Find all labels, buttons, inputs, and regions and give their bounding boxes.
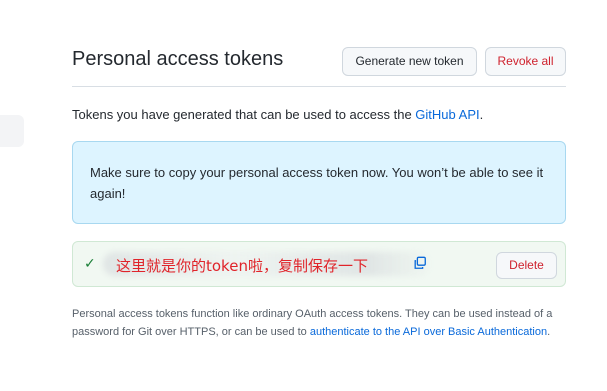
revoke-all-button[interactable]: Revoke all — [485, 47, 566, 76]
check-icon: ✓ — [84, 255, 96, 271]
token-annotation: 这里就是你的token啦，复制保存一下 — [116, 257, 368, 275]
generate-new-token-button[interactable]: Generate new token — [342, 47, 477, 76]
basic-auth-link[interactable]: authenticate to the API over Basic Authe… — [310, 326, 547, 338]
footer-suffix: . — [547, 326, 551, 338]
flash-notice: Make sure to copy your personal access t… — [72, 141, 566, 224]
page-header: Personal access tokens Generate new toke… — [72, 44, 566, 87]
intro-text: Tokens you have generated that can be us… — [72, 107, 483, 122]
intro-suffix: . — [479, 107, 484, 122]
footer-note: Personal access tokens function like ord… — [72, 305, 572, 341]
token-row: ✓ 这里就是你的token啦，复制保存一下 Delete — [72, 241, 566, 287]
copy-icon[interactable] — [413, 256, 427, 270]
sidebar-item[interactable] — [0, 115, 24, 147]
delete-token-button[interactable]: Delete — [496, 252, 557, 279]
intro-body: Tokens you have generated that can be us… — [72, 107, 416, 122]
page: Personal access tokens Generate new toke… — [0, 0, 607, 391]
page-title: Personal access tokens — [72, 48, 284, 70]
flash-message: Make sure to copy your personal access t… — [90, 165, 544, 201]
github-api-link[interactable]: GitHub API — [415, 107, 479, 122]
